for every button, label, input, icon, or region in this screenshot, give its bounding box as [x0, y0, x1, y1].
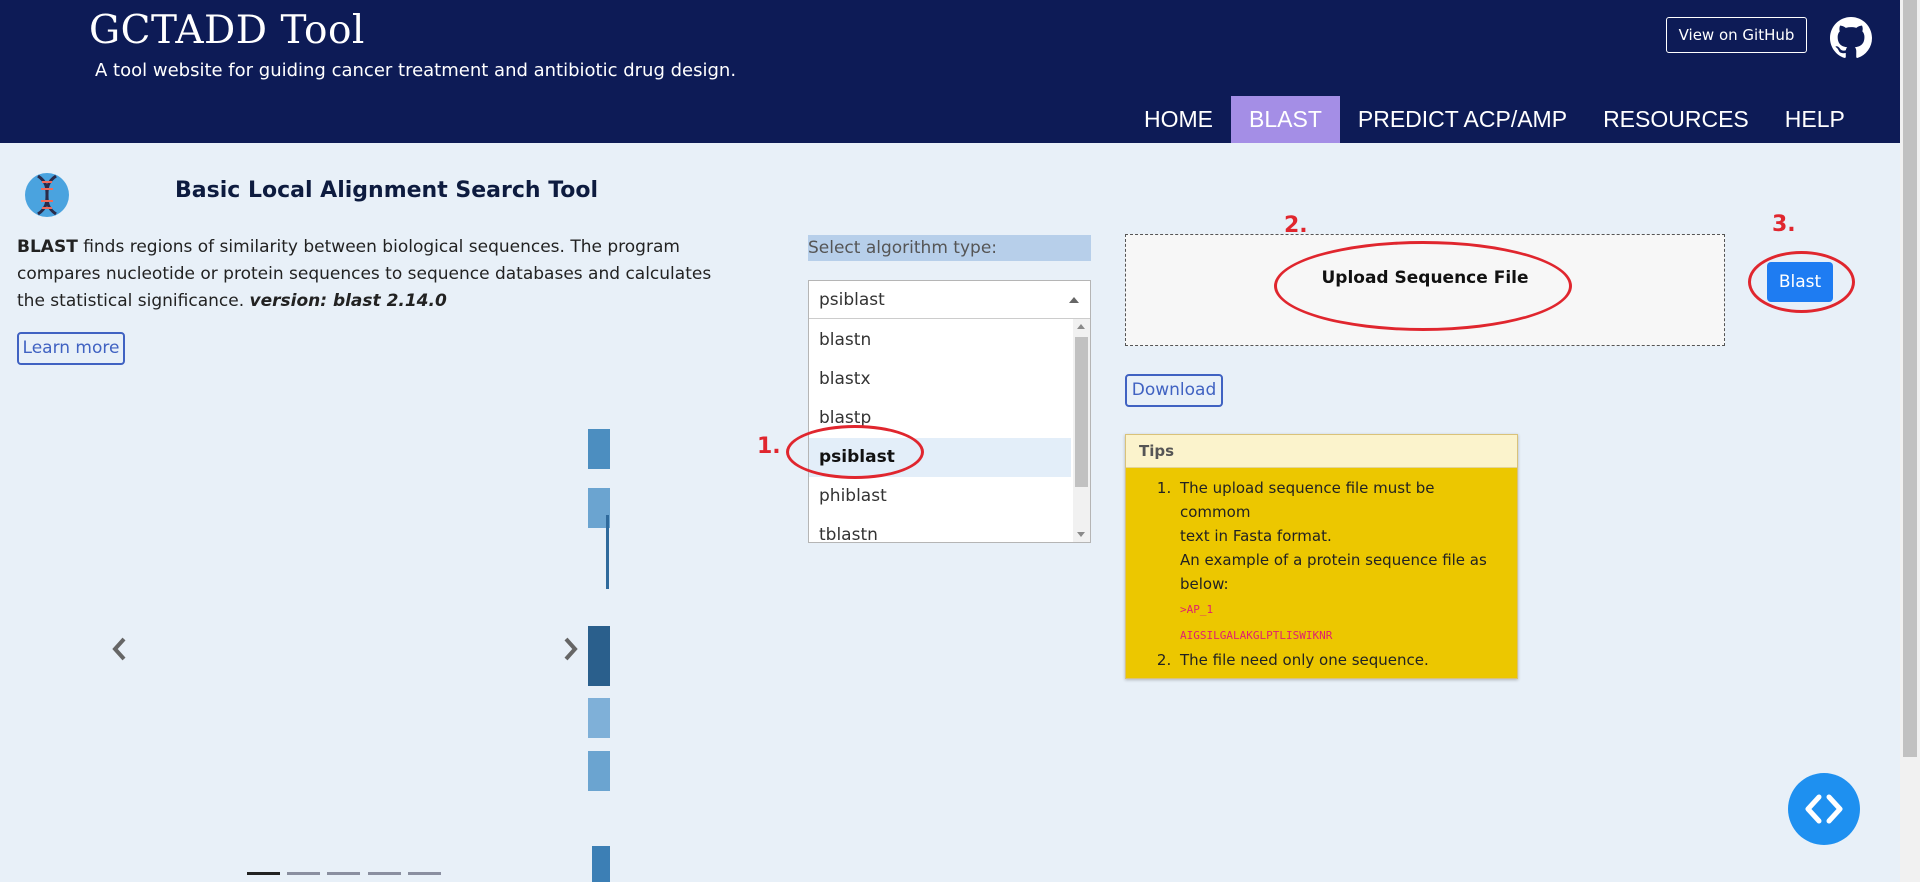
example-sequence-id: >AP_1 — [1180, 603, 1214, 616]
tips-header: Tips — [1126, 435, 1517, 468]
annotation-step-1: 1. — [757, 434, 781, 459]
carousel-next-icon[interactable] — [560, 636, 580, 662]
algorithm-select-current[interactable]: psiblast — [809, 281, 1090, 319]
dropdown-scrollbar[interactable] — [1073, 319, 1090, 542]
tip-text: below: — [1180, 575, 1229, 593]
annotation-step-3: 3. — [1772, 212, 1796, 237]
desc-bold: BLAST — [17, 237, 78, 257]
tip-text: The upload sequence file must be commom — [1180, 479, 1435, 521]
page-scrollbar-thumb[interactable] — [1903, 0, 1917, 757]
nav-blast[interactable]: BLAST — [1231, 96, 1340, 143]
top-header: GCTADD Tool A tool website for guiding c… — [0, 0, 1900, 143]
carousel-indicator[interactable] — [408, 872, 441, 875]
view-on-github-button[interactable]: View on GitHub — [1666, 17, 1807, 53]
carousel-indicator[interactable] — [287, 872, 320, 875]
tips-card: Tips The upload sequence file must be co… — [1125, 434, 1518, 679]
carousel-image-fragment — [588, 751, 610, 791]
code-toggle-button[interactable] — [1788, 773, 1860, 845]
annotation-step-2: 2. — [1284, 213, 1308, 238]
tip-text: text in Fasta format. — [1180, 527, 1332, 545]
learn-more-button[interactable]: Learn more — [17, 332, 125, 365]
carousel-image-fragment — [606, 515, 609, 589]
carousel-image-fragment — [588, 698, 610, 738]
scrollbar-thumb[interactable] — [1075, 337, 1088, 487]
option-blastn[interactable]: blastn — [809, 321, 1071, 360]
annotation-circle-blast — [1748, 251, 1855, 313]
dna-icon — [25, 173, 69, 217]
carousel-prev-icon[interactable] — [110, 636, 130, 662]
site-title[interactable]: GCTADD Tool — [89, 8, 365, 53]
option-tblastn[interactable]: tblastn — [809, 516, 1071, 542]
site-subtitle: A tool website for guiding cancer treatm… — [95, 60, 737, 81]
algorithm-label: Select algorithm type: — [808, 235, 1091, 261]
annotation-circle-upload — [1274, 241, 1572, 331]
nav-help[interactable]: HELP — [1767, 96, 1863, 143]
carousel-image-fragment — [592, 846, 610, 882]
tips-list: The upload sequence file must be commom … — [1126, 468, 1517, 672]
nav-predict[interactable]: PREDICT ACP/AMP — [1340, 96, 1585, 143]
blast-description: BLAST finds regions of similarity betwee… — [17, 234, 737, 315]
tip-text: An example of a protein sequence file as — [1180, 551, 1487, 569]
page-title: Basic Local Alignment Search Tool — [175, 178, 599, 203]
scroll-up-arrow-icon[interactable] — [1077, 324, 1085, 329]
caret-up-icon[interactable] — [1069, 297, 1079, 303]
github-icon[interactable] — [1830, 17, 1872, 59]
example-sequence: AIGSILGALAKGLPTLISWIKNR — [1180, 629, 1333, 642]
scroll-down-arrow-icon[interactable] — [1077, 532, 1085, 537]
main-nav: HOME BLAST PREDICT ACP/AMP RESOURCES HEL… — [1126, 96, 1863, 143]
carousel-image-fragment — [588, 626, 610, 686]
carousel-indicator[interactable] — [327, 872, 360, 875]
download-button[interactable]: Download — [1125, 374, 1223, 407]
carousel-image-fragment — [588, 429, 610, 469]
carousel-indicator[interactable] — [368, 872, 401, 875]
annotation-circle-psiblast — [786, 425, 924, 479]
code-icon — [1805, 794, 1843, 824]
version-text: version: blast 2.14.0 — [249, 291, 447, 311]
tip-item: The upload sequence file must be commom … — [1176, 476, 1507, 648]
option-blastx[interactable]: blastx — [809, 360, 1071, 399]
tip-item: The file need only one sequence. — [1176, 648, 1507, 672]
algorithm-select[interactable]: psiblast blastn blastx blastp psiblast p… — [808, 280, 1091, 543]
option-phiblast[interactable]: phiblast — [809, 477, 1071, 516]
page-scrollbar[interactable] — [1900, 0, 1920, 882]
nav-home[interactable]: HOME — [1126, 96, 1231, 143]
nav-resources[interactable]: RESOURCES — [1585, 96, 1767, 143]
carousel-indicator[interactable] — [247, 872, 280, 875]
